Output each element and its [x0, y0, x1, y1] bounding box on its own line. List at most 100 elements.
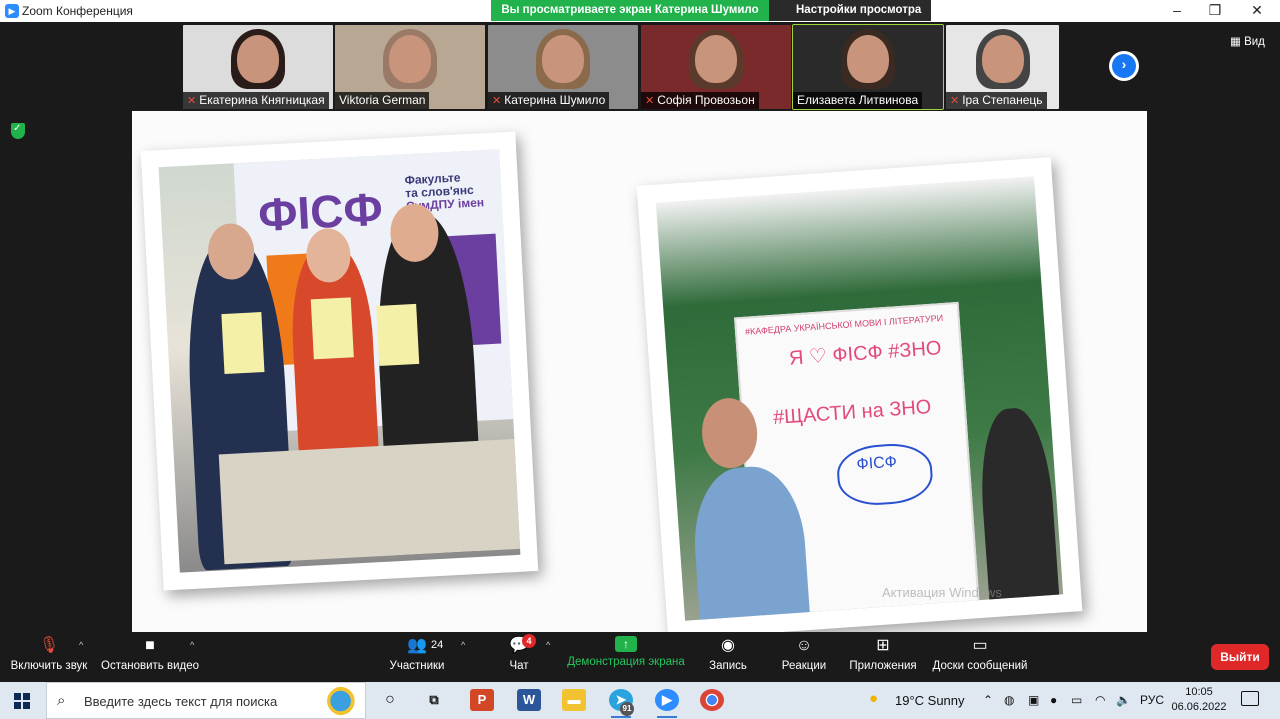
whiteboards-button[interactable]: ▭ Доски сообщений	[930, 636, 1030, 672]
leaflet	[376, 303, 420, 366]
weather-text[interactable]: 19°C Sunny	[895, 693, 965, 708]
speaker-icon[interactable]: 🔈	[1116, 693, 1131, 707]
clock-date: 06.06.2022	[1171, 701, 1227, 713]
participant-name-bar: ✕ Екатерина Княгницкая	[183, 92, 329, 109]
minimize-button[interactable]: –	[1158, 0, 1196, 22]
zoom-icon[interactable]: ▶	[655, 689, 679, 718]
photo-right: #КАФЕДРА УКРАЇНСЬКОЇ МОВИ І ЛІТЕРАТУРИ Я…	[636, 157, 1083, 632]
participant-name-bar: Viktoria German	[335, 92, 430, 109]
microphone-muted-icon: 🎙	[38, 637, 60, 654]
file-explorer-icon[interactable]: ▬	[562, 689, 586, 711]
chat-caret[interactable]: ^	[546, 640, 550, 650]
participant-face	[389, 35, 431, 83]
word-icon[interactable]: W	[517, 689, 541, 711]
unmute-button[interactable]: 🎙 Включить звук	[8, 636, 90, 672]
task-view-icon[interactable]: ⧉	[422, 689, 446, 711]
zoom-app-icon: ▶	[5, 4, 19, 18]
photo-left: ФІСФ Факульте та слов'янс СумДПУ імен	[140, 131, 539, 591]
title-bar: ▶ Zoom Конференция Вы просматриваете экр…	[0, 0, 1280, 36]
participant-tile[interactable]: Елизавета Литвинова	[792, 24, 944, 110]
chat-unread-badge: 4	[522, 634, 536, 648]
search-icon: ⌕	[57, 692, 66, 709]
maximize-button[interactable]: ❐	[1196, 0, 1234, 22]
view-options-label: Настройки просмотра	[796, 4, 922, 16]
chat-label: Чат	[509, 660, 529, 672]
chevron-right-icon: ›	[1121, 56, 1127, 72]
share-screen-label: Демонстрация экрана	[567, 656, 685, 668]
view-button[interactable]: ▦ Вид	[1230, 34, 1265, 48]
record-label: Запись	[709, 660, 747, 672]
participant-tile[interactable]: ✕ Софія Провозьон	[641, 25, 791, 109]
apps-button[interactable]: ⊞ Приложения	[847, 636, 919, 672]
participant-face	[542, 35, 584, 83]
board-line-2: #ЩАСТИ на ЗНО	[772, 396, 933, 430]
notifications-icon[interactable]	[1241, 691, 1259, 706]
security-shield-icon[interactable]	[11, 123, 25, 139]
next-page-button[interactable]: ›	[1109, 51, 1139, 81]
participants-label: Участники	[389, 660, 445, 672]
leaflet	[310, 297, 354, 360]
taskbar-clock[interactable]: 10:05 06.06.2022	[1170, 685, 1228, 715]
search-placeholder: Введите здесь текст для поиска	[84, 694, 278, 709]
record-button[interactable]: ◉ Запись	[706, 636, 750, 672]
reactions-button[interactable]: ☺ Реакции	[780, 636, 828, 672]
chevron-up-icon[interactable]: ⌃	[983, 693, 993, 707]
participant-name: Софія Провозьон	[657, 93, 755, 107]
participant-name: Іра Степанець	[962, 93, 1043, 107]
participant-face	[237, 35, 279, 83]
window-title: Zoom Конференция	[22, 4, 133, 18]
mic-tray-icon[interactable]: ●	[1050, 693, 1057, 707]
leaflet	[221, 312, 265, 375]
smiley-icon: ☺	[795, 637, 813, 654]
microphone-muted-icon: ✕	[492, 95, 502, 107]
participant-name-bar: ✕ Катерина Шумило	[488, 92, 610, 109]
battery-icon[interactable]: ▭	[1071, 693, 1082, 707]
participant-tile[interactable]: ✕ Екатерина Княгницкая	[183, 25, 333, 109]
share-screen-button[interactable]: ↑ Демонстрация экрана	[566, 636, 686, 668]
participant-tile[interactable]: Viktoria German	[335, 25, 485, 109]
participant-face	[847, 35, 889, 83]
cortana-icon[interactable]: ○	[378, 689, 402, 711]
participant-tile[interactable]: ✕ Іра Степанець	[946, 25, 1059, 109]
tray-device-icon[interactable]: ▣	[1028, 693, 1039, 707]
board-cloud-text: ФІСФ	[856, 453, 898, 474]
microphone-muted-icon: ✕	[645, 95, 655, 107]
clock-time: 10:05	[1185, 686, 1213, 698]
view-button-label: Вид	[1244, 36, 1265, 48]
participant-tile[interactable]: ✕ Катерина Шумило	[488, 25, 638, 109]
stop-video-button[interactable]: ■ Остановить видео	[100, 636, 200, 672]
search-highlight-icon	[327, 686, 361, 716]
participant-name: Елизавета Литвинова	[797, 93, 919, 107]
participant-name-bar: ✕ Іра Степанець	[946, 92, 1047, 109]
record-icon: ◉	[721, 637, 735, 654]
leave-button[interactable]: Выйти	[1211, 644, 1269, 670]
video-options-caret[interactable]: ^	[190, 640, 194, 650]
taskbar-search-box[interactable]: ⌕ Введите здесь текст для поиска	[46, 682, 366, 719]
unmute-label: Включить звук	[10, 660, 88, 672]
participant-name: Катерина Шумило	[504, 93, 606, 107]
chrome-icon[interactable]	[700, 689, 724, 711]
apps-icon: ⊞	[876, 637, 890, 654]
windows-start-icon[interactable]	[14, 693, 30, 709]
microphone-muted-icon: ✕	[950, 95, 960, 107]
reactions-label: Реакции	[781, 660, 827, 672]
participant-name-bar: Елизавета Литвинова	[793, 92, 923, 109]
grid-icon: ▦	[1230, 36, 1241, 48]
close-button[interactable]: ✕	[1238, 0, 1276, 22]
participants-caret[interactable]: ^	[461, 640, 465, 650]
participant-name-bar: ✕ Софія Провозьон	[641, 92, 759, 109]
tray-app-icon[interactable]: ◍	[1004, 693, 1014, 707]
board-cloud	[835, 441, 935, 508]
apps-label: Приложения	[849, 660, 917, 672]
wifi-icon[interactable]: ◠	[1095, 693, 1105, 707]
view-options-button[interactable]: Настройки просмотра ▼	[769, 0, 931, 36]
participants-icon: 👥	[407, 637, 427, 654]
microphone-muted-icon: ✕	[187, 95, 197, 107]
audio-options-caret[interactable]: ^	[79, 640, 83, 650]
telegram-badge: 91	[620, 702, 634, 716]
stop-video-label: Остановить видео	[101, 660, 199, 672]
board-heading: #КАФЕДРА УКРАЇНСЬКОЇ МОВИ І ЛІТЕРАТУРИ	[744, 312, 944, 337]
language-indicator[interactable]: РУС	[1140, 693, 1164, 707]
powerpoint-icon[interactable]: P	[470, 689, 494, 711]
screen-share-notice: Вы просматриваете экран Катерина Шумило	[491, 0, 769, 21]
